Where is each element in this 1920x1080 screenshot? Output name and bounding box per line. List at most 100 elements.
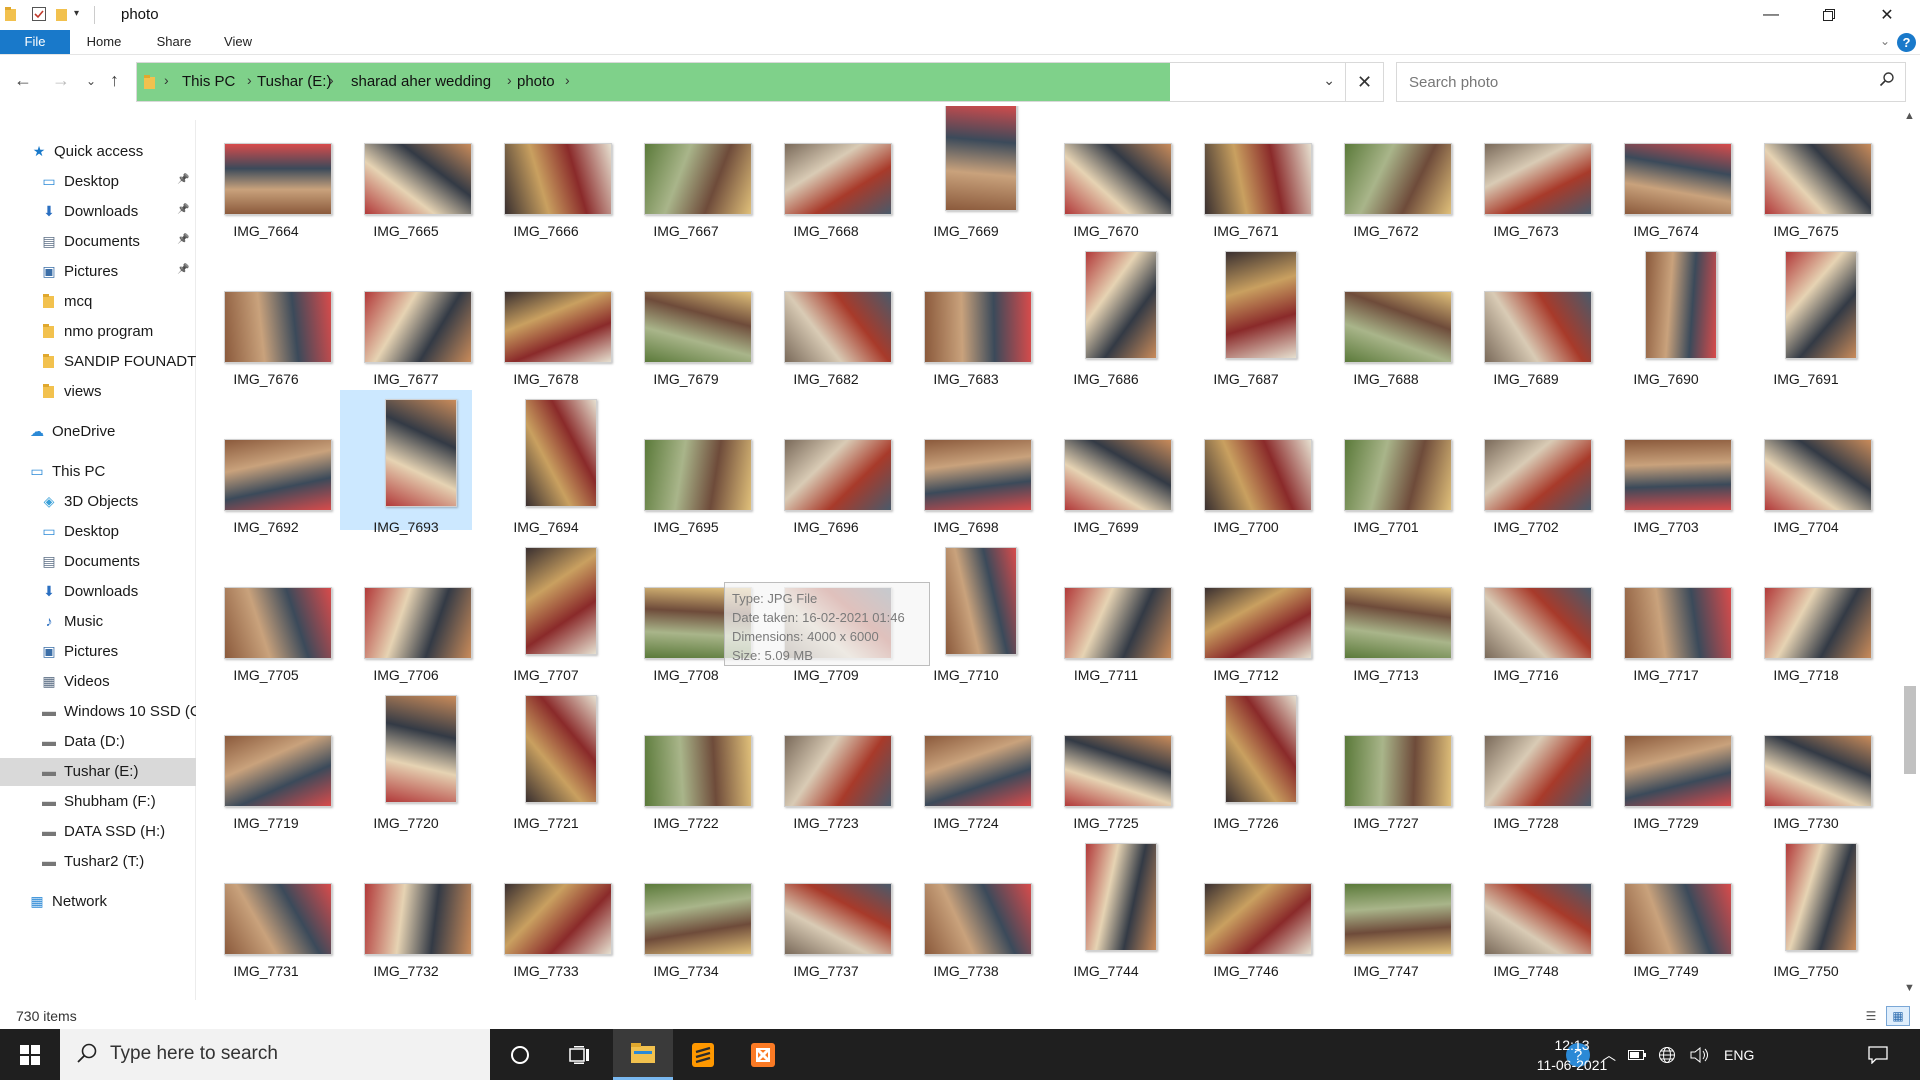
- file-tile[interactable]: IMG_7730: [1740, 686, 1872, 831]
- sidebar-item-desktop[interactable]: ▭ Desktop 📌: [0, 168, 196, 196]
- file-tile[interactable]: IMG_7703: [1600, 390, 1732, 535]
- file-tile[interactable]: IMG_7724: [900, 686, 1032, 831]
- breadcrumb-chevron-icon[interactable]: ›: [565, 72, 570, 88]
- file-tile[interactable]: IMG_7692: [200, 390, 332, 535]
- file-tile[interactable]: IMG_7731: [200, 834, 332, 979]
- file-tile[interactable]: IMG_7668: [760, 106, 892, 239]
- chevron-down-icon[interactable]: ⌄: [1880, 34, 1890, 48]
- sidebar-item-network[interactable]: ▦ Network: [0, 888, 196, 916]
- tab-share[interactable]: Share: [150, 30, 198, 54]
- file-tile[interactable]: IMG_7719: [200, 686, 332, 831]
- file-tile[interactable]: IMG_7725: [1040, 686, 1172, 831]
- file-tile[interactable]: IMG_7737: [760, 834, 892, 979]
- sidebar-item-mcq[interactable]: mcq: [0, 288, 196, 316]
- file-tile[interactable]: IMG_7748: [1460, 834, 1592, 979]
- large-icons-view-icon[interactable]: ▦: [1886, 1006, 1910, 1026]
- notifications-icon[interactable]: [1868, 1029, 1888, 1080]
- start-button[interactable]: [0, 1029, 60, 1080]
- input-language[interactable]: ENG: [1724, 1029, 1754, 1080]
- file-tile[interactable]: IMG_7732: [340, 834, 472, 979]
- sidebar-item-data-ssd-h[interactable]: ▬ DATA SSD (H:): [0, 818, 196, 846]
- breadcrumb-photo[interactable]: photo: [517, 73, 555, 90]
- file-tile[interactable]: IMG_7700: [1180, 390, 1312, 535]
- scroll-down-arrow-icon[interactable]: ▼: [1904, 982, 1915, 994]
- sublime-text-icon[interactable]: [673, 1029, 733, 1080]
- file-tile[interactable]: IMG_7701: [1320, 390, 1452, 535]
- file-tile[interactable]: IMG_7707: [480, 538, 612, 683]
- search-box[interactable]: [1396, 62, 1906, 102]
- file-tile[interactable]: IMG_7734: [620, 834, 752, 979]
- file-tile[interactable]: IMG_7688: [1320, 242, 1452, 387]
- file-tile[interactable]: IMG_7744: [1040, 834, 1172, 979]
- sidebar-item-downloads[interactable]: ⬇ Downloads 📌: [0, 198, 196, 226]
- sidebar-item-windows-10-ssd-c[interactable]: ▬ Windows 10 SSD (C: [0, 698, 196, 726]
- taskbar-search-box[interactable]: Type here to search: [60, 1029, 490, 1080]
- file-tile[interactable]: IMG_7733: [480, 834, 612, 979]
- scroll-up-arrow-icon[interactable]: ▲: [1904, 110, 1915, 122]
- sidebar-item-onedrive[interactable]: ☁ OneDrive: [0, 418, 196, 446]
- file-tile[interactable]: IMG_7682: [760, 242, 892, 387]
- file-tile[interactable]: IMG_7727: [1320, 686, 1452, 831]
- sidebar-item-sandip-founadti[interactable]: SANDIP FOUNADTI(: [0, 348, 196, 376]
- battery-icon[interactable]: [1628, 1029, 1646, 1080]
- file-tile[interactable]: IMG_7677: [340, 242, 472, 387]
- tab-view[interactable]: View: [216, 30, 260, 54]
- file-tile[interactable]: IMG_7669: [900, 106, 1032, 239]
- sidebar-item-quick-access[interactable]: ★ Quick access: [0, 138, 196, 166]
- clear-address-button[interactable]: ✕: [1345, 63, 1383, 101]
- file-tile[interactable]: IMG_7678: [480, 242, 612, 387]
- file-tile[interactable]: IMG_7687: [1180, 242, 1312, 387]
- file-tile[interactable]: IMG_7675: [1740, 106, 1872, 239]
- tab-file[interactable]: File: [0, 30, 70, 54]
- new-folder-icon[interactable]: [55, 6, 69, 24]
- search-icon[interactable]: [1879, 71, 1895, 92]
- address-bar[interactable]: › This PC › Tushar (E:) › sharad aher we…: [136, 62, 1384, 102]
- file-tile[interactable]: IMG_7702: [1460, 390, 1592, 535]
- file-tile[interactable]: IMG_7698: [900, 390, 1032, 535]
- xampp-icon[interactable]: [733, 1029, 793, 1080]
- file-tile[interactable]: IMG_7693: [340, 390, 472, 535]
- breadcrumb-wedding[interactable]: sharad aher wedding: [351, 73, 491, 90]
- file-tile[interactable]: IMG_7705: [200, 538, 332, 683]
- file-tile[interactable]: IMG_7717: [1600, 538, 1732, 683]
- file-tile[interactable]: IMG_7746: [1180, 834, 1312, 979]
- file-tile[interactable]: IMG_7673: [1460, 106, 1592, 239]
- file-tile[interactable]: IMG_7679: [620, 242, 752, 387]
- sidebar-item-this-pc[interactable]: ▭ This PC: [0, 458, 196, 486]
- file-tile[interactable]: IMG_7738: [900, 834, 1032, 979]
- breadcrumb-chevron-icon[interactable]: ›: [247, 72, 252, 88]
- file-tile[interactable]: IMG_7747: [1320, 834, 1452, 979]
- vertical-scrollbar[interactable]: ▲ ▼: [1900, 106, 1920, 1000]
- breadcrumb-chevron-icon[interactable]: ›: [329, 72, 334, 88]
- file-tile[interactable]: IMG_7704: [1740, 390, 1872, 535]
- file-tile[interactable]: IMG_7686: [1040, 242, 1172, 387]
- restore-button[interactable]: [1800, 0, 1858, 30]
- file-tile[interactable]: IMG_7666: [480, 106, 612, 239]
- task-view-icon[interactable]: [550, 1029, 610, 1080]
- file-tile[interactable]: IMG_7722: [620, 686, 752, 831]
- tab-home[interactable]: Home: [80, 30, 128, 54]
- file-tile[interactable]: IMG_7712: [1180, 538, 1312, 683]
- file-tile[interactable]: IMG_7716: [1460, 538, 1592, 683]
- file-tile[interactable]: IMG_7674: [1600, 106, 1732, 239]
- file-tile[interactable]: IMG_7720: [340, 686, 472, 831]
- pin-icon[interactable]: 📌: [177, 264, 189, 275]
- file-tile[interactable]: IMG_7696: [760, 390, 892, 535]
- sidebar-item-desktop[interactable]: ▭ Desktop: [0, 518, 196, 546]
- file-tile[interactable]: IMG_7683: [900, 242, 1032, 387]
- sidebar-item-downloads[interactable]: ⬇ Downloads: [0, 578, 196, 606]
- sidebar-item-music[interactable]: ♪ Music: [0, 608, 196, 636]
- file-tile[interactable]: IMG_7671: [1180, 106, 1312, 239]
- file-tile[interactable]: IMG_7728: [1460, 686, 1592, 831]
- sidebar-item-nmo-program[interactable]: nmo program: [0, 318, 196, 346]
- sidebar-item-documents[interactable]: ▤ Documents: [0, 548, 196, 576]
- pin-icon[interactable]: 📌: [177, 204, 189, 215]
- file-tile[interactable]: IMG_7718: [1740, 538, 1872, 683]
- file-tile[interactable]: IMG_7726: [1180, 686, 1312, 831]
- minimize-button[interactable]: —: [1742, 0, 1800, 30]
- file-tile[interactable]: IMG_7695: [620, 390, 752, 535]
- sidebar-item-data-d[interactable]: ▬ Data (D:): [0, 728, 196, 756]
- breadcrumb-this-pc[interactable]: This PC: [182, 73, 235, 90]
- file-tile[interactable]: IMG_7750: [1740, 834, 1872, 979]
- breadcrumb-tushar-e[interactable]: Tushar (E:): [257, 73, 331, 90]
